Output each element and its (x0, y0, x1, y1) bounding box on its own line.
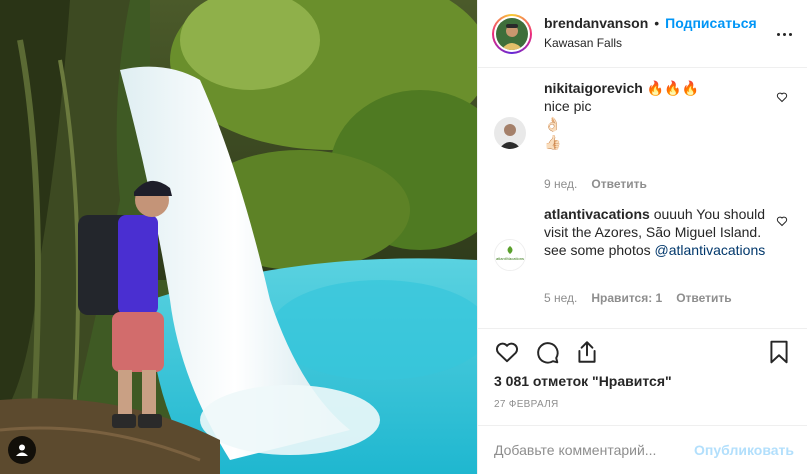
comment-meta: 9 нед. Ответить (544, 177, 647, 191)
reply-button[interactable]: Ответить (676, 291, 731, 305)
publish-button[interactable]: Опубликовать (694, 442, 794, 458)
thumbs-up-emoji: 👍🏻 (544, 134, 562, 150)
add-comment-bar: Опубликовать (478, 425, 807, 474)
commenter-username[interactable]: atlantivacations (544, 206, 650, 222)
follow-button[interactable]: Подписаться (665, 15, 757, 32)
fire-emoji: 🔥🔥🔥 (646, 80, 699, 96)
comment-likes[interactable]: Нравится: 1 (591, 291, 662, 305)
heart-icon[interactable] (776, 215, 788, 227)
share-icon[interactable] (574, 339, 600, 365)
comment-message: nice pic (544, 98, 592, 114)
ok-hand-emoji: 👌🏻 (544, 116, 562, 132)
post-date[interactable]: 27 ФЕВРАЛЯ (494, 399, 559, 410)
mention-link[interactable]: @atlantivacations (655, 242, 766, 258)
separator-dot: • (654, 15, 660, 31)
svg-text:atlantiVacations: atlantiVacations (496, 256, 524, 261)
comments-list: nikitaigorevich 🔥🔥🔥 nice pic 👌🏻 👍🏻 9 нед… (478, 69, 807, 328)
comment-time[interactable]: 9 нед. (544, 177, 577, 191)
comment-time[interactable]: 5 нед. (544, 291, 577, 305)
author-username[interactable]: brendanvanson (544, 15, 648, 32)
comment-icon[interactable] (534, 339, 560, 365)
post-header: brendanvanson • Подписаться Kawasan Fall… (478, 0, 807, 68)
more-horizontal-icon[interactable] (774, 24, 794, 44)
heart-icon[interactable] (494, 339, 520, 365)
comment-text: atlantivacations ouuuh You should visit … (544, 205, 772, 259)
likes-count[interactable]: 3 081 отметок "Нравится" (494, 373, 672, 389)
commenter-username[interactable]: nikitaigorevich (544, 80, 643, 96)
author-avatar[interactable] (492, 13, 532, 54)
header-text: brendanvanson • Подписаться Kawasan Fall… (544, 15, 757, 52)
location-link[interactable]: Kawasan Falls (544, 35, 757, 52)
instagram-post: brendanvanson • Подписаться Kawasan Fall… (0, 0, 807, 474)
tagged-users-icon[interactable] (8, 436, 36, 464)
comment-input[interactable] (494, 442, 695, 458)
post-actions-section: 3 081 отметок "Нравится" 27 ФЕВРАЛЯ (478, 328, 807, 425)
commenter-avatar[interactable]: atlantiVacations (494, 239, 526, 271)
waterfall-photo (0, 0, 477, 474)
comment-text: nikitaigorevich 🔥🔥🔥 nice pic 👌🏻 👍🏻 (544, 79, 772, 151)
action-bar (494, 339, 792, 365)
heart-icon[interactable] (776, 91, 788, 103)
post-sidebar: brendanvanson • Подписаться Kawasan Fall… (477, 0, 807, 474)
bookmark-icon[interactable] (766, 339, 792, 365)
reply-button[interactable]: Ответить (591, 177, 646, 191)
post-photo[interactable] (0, 0, 477, 474)
comment-meta: 5 нед. Нравится: 1 Ответить (544, 291, 732, 305)
commenter-avatar[interactable] (494, 117, 526, 149)
